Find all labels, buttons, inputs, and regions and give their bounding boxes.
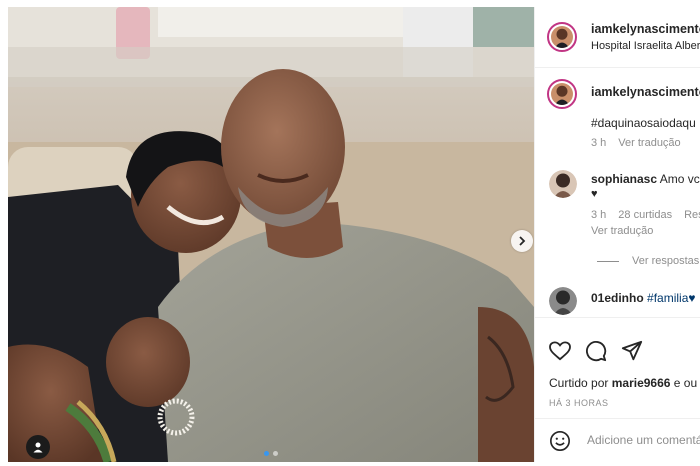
caption-username[interactable]: iamkelynascimento [591, 85, 700, 99]
comment-text: Amo vcs [659, 172, 700, 186]
carousel-next-button[interactable] [511, 230, 533, 252]
post-media[interactable] [8, 7, 534, 462]
comments-section: iamkelynascimento #daquinaosaiodaqu 3 h V… [535, 68, 700, 317]
comment-username[interactable]: 01edinho [591, 291, 644, 305]
post-location[interactable]: Hospital Israelita Albert [591, 40, 700, 52]
smiley-icon[interactable] [549, 430, 571, 452]
caption-author-avatar[interactable] [547, 79, 577, 109]
instagram-post: iamkelynascimento Hospital Israelita Alb… [0, 0, 700, 466]
liked-by-user[interactable]: marie9666 [612, 376, 671, 390]
comment-bubble-icon[interactable] [585, 340, 607, 362]
author-username[interactable]: iamkelynascimento [591, 22, 700, 36]
commenter-avatar[interactable] [549, 170, 577, 198]
comment-emoji: ♥ [591, 188, 598, 200]
add-comment-input[interactable] [585, 432, 700, 448]
caption-translate-link[interactable]: Ver tradução [618, 137, 680, 149]
post-age: HÁ 3 HORAS [549, 398, 609, 408]
caption-time: 3 h [591, 137, 607, 149]
comment-translate-link[interactable]: Ver tradução [591, 225, 653, 237]
heart-icon[interactable] [549, 341, 571, 361]
view-replies-link[interactable]: Ver respostas ( [632, 255, 700, 267]
commenter-avatar[interactable] [549, 287, 577, 315]
post-photo [8, 7, 534, 462]
carousel-dot [264, 451, 269, 456]
liked-by-prefix: Curtido por [549, 376, 609, 390]
post-header: iamkelynascimento Hospital Israelita Alb… [535, 7, 700, 68]
comment-reply-link[interactable]: Resp [684, 209, 700, 221]
chevron-right-icon [519, 236, 526, 246]
caption-hashtag[interactable]: #daquinaosaiodaqu [591, 116, 696, 130]
comment-likes[interactable]: 28 curtidas [618, 209, 672, 221]
comment-time: 3 h [591, 209, 607, 221]
comment-row: sophianasc Amo vcs [591, 172, 700, 186]
replies-divider [597, 261, 619, 262]
comment-row: 01edinho #familia♥ [591, 291, 696, 305]
comment-meta: 3 h 28 curtidas Resp [591, 209, 700, 221]
add-comment-bar [535, 418, 700, 462]
comment-username[interactable]: sophianasc [591, 172, 657, 186]
author-avatar[interactable] [547, 22, 577, 52]
carousel-dot [273, 451, 278, 456]
liked-by: Curtido por marie9666 e ou [549, 376, 697, 390]
paper-plane-icon[interactable] [621, 340, 643, 362]
post-sidebar: iamkelynascimento Hospital Israelita Alb… [534, 7, 700, 462]
carousel-indicator [8, 451, 534, 456]
comment-text[interactable]: #familia♥ [647, 291, 695, 305]
liked-by-suffix[interactable]: e ou [674, 376, 697, 390]
post-actions: Curtido por marie9666 e ou HÁ 3 HORAS [535, 317, 700, 462]
caption-meta: 3 h Ver tradução [591, 137, 693, 149]
